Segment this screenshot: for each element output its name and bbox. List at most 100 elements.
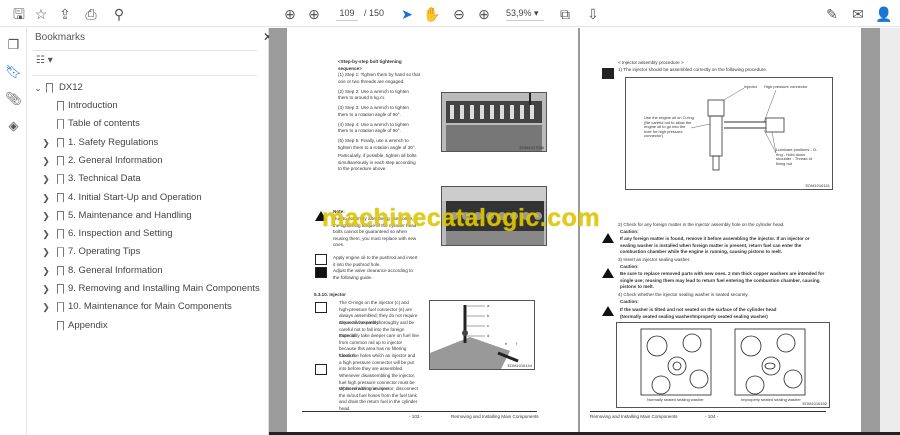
figure-code: EDM1016151 <box>805 183 830 188</box>
section-heading: 5.3.10. Injector <box>314 292 346 297</box>
warning-icon <box>602 233 614 243</box>
zoom-select[interactable]: 53,9% ▾ <box>506 6 544 21</box>
step-text: 1) The injector should be assembled corr… <box>618 67 768 72</box>
zoom-in-icon[interactable]: ⊕ <box>475 5 493 23</box>
bookmarks-panel: Bookmarks ✕ ☷ ▾ ⌄ DX12 IntroductionTable… <box>27 28 273 435</box>
save-icon[interactable]: 🖫 <box>10 5 28 23</box>
prev-page-icon[interactable]: ⊕ <box>281 5 299 23</box>
bullet-text: When removing an injector, disconnect th… <box>339 386 418 411</box>
chevron-right-icon[interactable]: ❯ <box>41 170 51 188</box>
step-text: (4) Step 4: Use a wrench to tighten them… <box>338 121 409 134</box>
figure-label: e <box>505 341 508 346</box>
bookmark-label: 5. Maintenance and Handling <box>68 209 192 221</box>
scroll-mode-icon[interactable]: ⇩ <box>584 5 602 23</box>
caution-title: Caution: <box>620 264 639 269</box>
mail-icon[interactable]: ✉ <box>849 5 867 23</box>
injector-exploded-figure: a b c d e f EDM1016144 <box>429 300 535 370</box>
step-text: (2) Step 2: Use a wrench to tighten them… <box>338 88 409 101</box>
add-user-icon[interactable]: 👤 <box>875 5 893 23</box>
bullet-text: Clean the holes which an injector and a … <box>339 353 416 371</box>
bookmark-icon <box>57 247 64 258</box>
chevron-right-icon[interactable]: ❯ <box>41 298 51 316</box>
bookmark-label: 10. Maintenance for Main Components <box>68 301 232 313</box>
figure-code: EDM1016144 <box>507 363 532 368</box>
injector-icon <box>315 302 327 313</box>
bookmark-label: 7. Operating Tips <box>68 246 141 258</box>
page-number-input[interactable]: 109 <box>336 6 358 21</box>
print-icon[interactable]: ⎙ <box>82 5 100 23</box>
page-footer: Removing and Installing Main Components <box>451 414 539 419</box>
caution-text: Be sure to replace removed parts with ne… <box>620 271 825 289</box>
injector-icon <box>602 68 614 79</box>
bookmark-icon <box>57 210 64 221</box>
page-footer: Removing and Installing Main Components <box>590 414 678 419</box>
scrollbar[interactable] <box>880 28 900 435</box>
valve-icon <box>315 267 327 278</box>
bookmark-options-button[interactable]: ☷ ▾ <box>36 55 53 66</box>
figure-label: b <box>487 313 490 318</box>
step-text: (1) Step 1: Tighten them by hand so that… <box>338 72 420 84</box>
figure-code: EDM1016152 <box>802 401 827 406</box>
bookmark-icon <box>57 101 64 111</box>
paragraph: Particularly, if possible, tighten all b… <box>338 153 417 171</box>
chevron-right-icon[interactable]: ❯ <box>41 189 51 207</box>
search-icon[interactable]: ⚲ <box>110 5 128 23</box>
upload-icon[interactable]: ⇪ <box>56 5 74 23</box>
chevron-right-icon[interactable]: ❯ <box>41 262 51 280</box>
figure-label: a <box>487 303 490 308</box>
footer-divider <box>302 411 537 412</box>
zoom-value: 53,9% <box>506 8 532 18</box>
footer-divider <box>590 411 826 412</box>
bookmark-label: 4. Initial Start-Up and Operation <box>68 191 202 203</box>
figure-label: Lubricant positions - O-ring - Hold down… <box>776 147 818 166</box>
figure-label: d <box>487 333 490 338</box>
bookmark-icon[interactable]: 🔖︎ <box>5 63 22 80</box>
bookmark-label: 1. Safety Regulations <box>68 136 159 148</box>
chevron-right-icon[interactable]: ❯ <box>41 134 51 152</box>
figure-caption: Improperly seated sealing washer <box>741 397 801 402</box>
next-page-icon[interactable]: ⊕ <box>305 5 323 23</box>
step-text: 2) Check for any foreign matter in the i… <box>618 222 785 227</box>
pdf-page-104: < Injector assembly procedure > 1) The i… <box>580 28 861 432</box>
page-number: - 104 - <box>705 414 719 419</box>
fit-page-icon[interactable]: ⧉ <box>556 5 574 23</box>
attachment-icon[interactable]: 📎︎ <box>5 90 22 107</box>
zoom-out-icon[interactable]: ⊖ <box>450 5 468 23</box>
chevron-down-icon[interactable]: ⌄ <box>33 79 43 97</box>
step-text: (3) Step 3: Use a wrench to tighten them… <box>338 105 409 117</box>
caution-title: Caution: <box>620 229 639 234</box>
figure-label: c <box>487 323 489 328</box>
bookmark-icon <box>57 137 64 148</box>
bookmark-icon <box>57 320 64 331</box>
chevron-right-icon[interactable]: ❯ <box>41 243 51 261</box>
warning-icon <box>602 306 614 316</box>
chevron-right-icon[interactable]: ❯ <box>41 280 51 298</box>
bookmark-label: 3. Technical Data <box>68 173 141 185</box>
oil-icon <box>315 254 327 265</box>
cursor-icon[interactable]: ➤ <box>398 5 416 23</box>
watermark: machinecatalogic.com <box>322 204 601 232</box>
bookmark-icon <box>46 83 53 93</box>
star-icon[interactable]: ☆ <box>32 5 50 23</box>
warning-icon <box>602 268 614 278</box>
sidebar-icon-strip: ❐ 🔖︎ 📎︎ ◈ <box>0 28 27 435</box>
chevron-right-icon[interactable]: ❯ <box>41 225 51 243</box>
figure-label: f <box>516 341 518 346</box>
bullet-text: Apply engine oil to the pushrod and inse… <box>333 255 418 267</box>
hand-icon[interactable]: ✋ <box>423 5 441 23</box>
bookmark-label: 8. General Information <box>68 264 163 276</box>
page-total: / 150 <box>364 8 385 18</box>
bullet-text: Adjust the valve clearance according to … <box>333 268 413 280</box>
sign-icon[interactable]: ✎ <box>823 5 841 23</box>
pages-icon[interactable]: ❐ <box>5 36 22 53</box>
bookmark-label: 9. Removing and Installing Main Componen… <box>68 283 260 294</box>
section-heading: < Injector assembly procedure > <box>618 60 684 65</box>
layers-icon[interactable]: ◈ <box>5 117 22 134</box>
bookmark-icon <box>57 284 64 294</box>
chevron-right-icon[interactable]: ❯ <box>41 152 51 170</box>
bookmark-label: Introduction <box>68 100 118 111</box>
caution-title: Caution: <box>620 299 639 304</box>
bookmark-icon <box>57 302 64 313</box>
chevron-right-icon[interactable]: ❯ <box>41 207 51 225</box>
figure-label: Injector <box>744 84 758 89</box>
